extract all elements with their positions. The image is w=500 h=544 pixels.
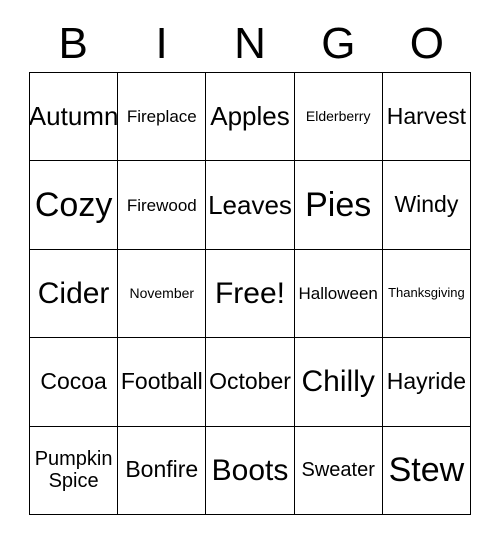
- bingo-cell[interactable]: Cider: [30, 249, 119, 339]
- bingo-cell-label: Elderberry: [305, 107, 371, 124]
- bingo-cell-label: Fireplace: [126, 107, 197, 127]
- bingo-cell[interactable]: Apples: [206, 73, 295, 162]
- bingo-cell[interactable]: Pumpkin Spice: [30, 426, 119, 515]
- bingo-cell-label: Thanksgiving: [388, 285, 465, 301]
- bingo-cell-label: November: [129, 284, 195, 301]
- bingo-cell-label: Sweater: [301, 459, 375, 482]
- bingo-cell[interactable]: November: [118, 249, 207, 339]
- bingo-cell[interactable]: Thanksgiving: [382, 249, 471, 339]
- bingo-card: B I N G O Autumn Fireplace Apples Elderberr…: [0, 0, 500, 544]
- bingo-header-letter-i: I: [155, 19, 168, 68]
- bingo-cell-label: Stew: [388, 451, 465, 490]
- bingo-cell-label: Pies: [305, 186, 372, 225]
- bingo-cell[interactable]: Cozy: [30, 161, 119, 250]
- bingo-header-letter-n: N: [234, 19, 266, 68]
- bingo-header-row: B I N G O: [29, 16, 471, 72]
- bingo-grid: Autumn Fireplace Apples Elderberry Harvest Co…: [29, 72, 471, 515]
- bingo-cell-label: Harvest: [386, 102, 467, 129]
- bingo-cell[interactable]: Autumn: [30, 73, 119, 162]
- bingo-cell[interactable]: Boots: [206, 426, 295, 515]
- bingo-cell-label: Boots: [211, 453, 289, 487]
- bingo-cell-label: Hayride: [386, 368, 467, 395]
- bingo-cell[interactable]: Chilly: [294, 338, 383, 427]
- bingo-cell[interactable]: Firewood: [118, 161, 207, 250]
- bingo-header-letter-g: G: [321, 19, 356, 68]
- bingo-header-letter-o: O: [409, 19, 444, 68]
- bingo-cell[interactable]: Football: [118, 338, 207, 427]
- bingo-cell-label: October: [209, 368, 291, 395]
- bingo-cell[interactable]: Harvest: [382, 73, 471, 162]
- bingo-cell[interactable]: Sweater: [294, 426, 383, 515]
- bingo-cell-label: Cozy: [34, 186, 113, 225]
- bingo-cell[interactable]: Bonfire: [118, 426, 207, 515]
- bingo-cell-label: Bonfire: [125, 456, 199, 483]
- bingo-cell[interactable]: Stew: [382, 426, 471, 515]
- bingo-cell-label: Pumpkin Spice: [34, 447, 113, 493]
- bingo-cell-label: Cider: [37, 276, 110, 310]
- bingo-cell-label: Autumn: [30, 101, 119, 132]
- bingo-cell-free[interactable]: Free!: [206, 249, 295, 339]
- bingo-cell[interactable]: Elderberry: [294, 73, 383, 162]
- bingo-cell-label: Free!: [214, 276, 285, 310]
- bingo-cell[interactable]: Cocoa: [30, 338, 119, 427]
- bingo-cell-label: Chilly: [301, 365, 375, 399]
- bingo-cell[interactable]: Hayride: [382, 338, 471, 427]
- bingo-cell[interactable]: Leaves: [206, 161, 295, 250]
- bingo-cell-label: Halloween: [298, 283, 378, 303]
- bingo-cell[interactable]: Windy: [382, 161, 471, 250]
- bingo-header-letter-b: B: [58, 19, 88, 68]
- bingo-cell-label: Windy: [394, 191, 459, 218]
- bingo-cell[interactable]: Pies: [294, 161, 383, 250]
- bingo-cell[interactable]: Halloween: [294, 249, 383, 339]
- bingo-cell-label: Football: [120, 368, 203, 395]
- bingo-cell-label: Cocoa: [40, 368, 107, 395]
- bingo-cell-label: Firewood: [126, 195, 197, 215]
- bingo-cell-label: Leaves: [208, 189, 292, 220]
- bingo-cell[interactable]: October: [206, 338, 295, 427]
- bingo-cell-label: Apples: [210, 101, 290, 132]
- bingo-cell[interactable]: Fireplace: [118, 73, 207, 162]
